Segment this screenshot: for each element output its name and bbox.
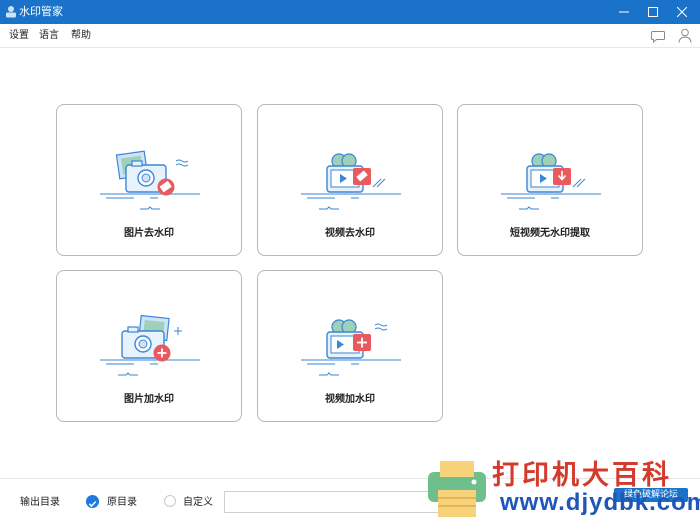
card-label: 图片加水印 — [124, 394, 174, 405]
radio-custom-label[interactable]: 自定义 — [183, 496, 213, 510]
maximize-icon — [648, 7, 658, 17]
watermark-site-name: 打印机大百科 — [492, 460, 672, 490]
window-title: 水印管家 — [19, 5, 63, 18]
card-video-remove-watermark[interactable]: 视频去水印 — [257, 104, 443, 256]
minimize-icon — [619, 11, 629, 13]
image-remove-watermark-icon — [100, 150, 200, 210]
feedback-chat-icon[interactable] — [651, 29, 665, 43]
radio-original-label[interactable]: 原目录 — [107, 496, 137, 510]
radio-original-directory[interactable] — [86, 495, 99, 508]
card-short-video-extract[interactable]: 短视频无水印提取 — [457, 104, 643, 256]
card-image-add-watermark[interactable]: 图片加水印 — [56, 270, 242, 422]
output-directory-label: 输出目录 — [20, 497, 60, 508]
user-account-icon[interactable] — [678, 28, 692, 43]
card-label: 短视频无水印提取 — [510, 228, 590, 239]
watermark-site-url: www.djydbk.com — [500, 489, 700, 516]
close-button[interactable] — [668, 0, 696, 24]
card-label: 图片去水印 — [124, 228, 174, 239]
check-icon — [88, 501, 97, 508]
menu-item-language[interactable]: 语言 — [39, 29, 59, 43]
menu-bar: 设置 语言 帮助 — [0, 24, 700, 48]
image-add-watermark-icon — [100, 314, 200, 376]
short-video-extract-icon — [501, 153, 601, 210]
radio-custom-directory[interactable] — [164, 495, 176, 507]
maximize-button[interactable] — [639, 0, 667, 24]
card-image-remove-watermark[interactable]: 图片去水印 — [56, 104, 242, 256]
card-label: 视频加水印 — [325, 394, 375, 405]
close-icon — [677, 7, 687, 17]
video-remove-watermark-icon — [301, 153, 401, 210]
card-label: 视频去水印 — [325, 228, 375, 239]
minimize-button[interactable] — [610, 0, 638, 24]
menu-item-settings[interactable]: 设置 — [9, 29, 29, 43]
custom-path-input[interactable] — [224, 491, 468, 513]
video-add-watermark-icon — [301, 319, 401, 376]
app-logo-icon — [6, 6, 16, 18]
menu-item-help[interactable]: 帮助 — [71, 29, 91, 43]
title-bar: 水印管家 — [0, 0, 700, 24]
card-video-add-watermark[interactable]: 视频加水印 — [257, 270, 443, 422]
